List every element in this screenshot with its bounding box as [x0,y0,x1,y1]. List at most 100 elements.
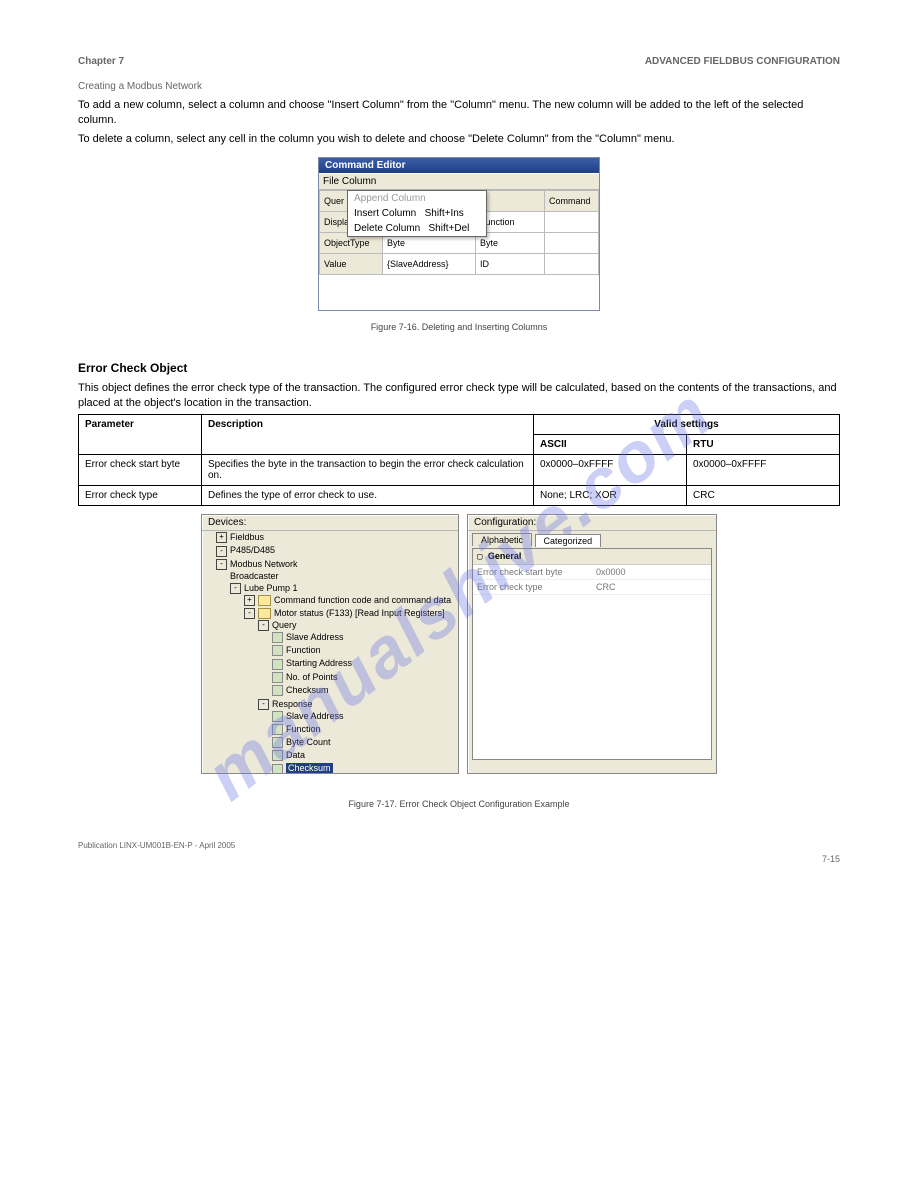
table-cell: Error check type [79,486,202,506]
property-tabs[interactable]: Alphabetic Categorized [468,531,716,548]
tree-leaf[interactable]: Function [286,645,321,655]
tree-leaf-selected[interactable]: Checksum [286,763,333,773]
figure-7-16-caption: Figure 7-16. Deleting and Inserting Colu… [371,321,548,333]
tree-leaf[interactable]: Slave Address [286,711,344,721]
menu-item-shortcut: Shift+Del [429,223,470,234]
tree-leaf[interactable]: Byte Count [286,737,331,747]
grid-cell [545,253,599,274]
tree-leaf[interactable]: Data [286,750,305,760]
table-cell: 0x0000–0xFFFF [687,455,840,486]
table-cell: Specifies the byte in the transaction to… [202,455,534,486]
grid-cell: Command [545,190,599,211]
tree-node[interactable]: Command function code and command data [274,595,451,605]
table-header: ASCII [534,435,687,455]
table-row: Error check type Defines the type of err… [79,486,840,506]
tree-node[interactable]: Modbus Network [230,559,298,569]
leaf-icon [272,737,283,748]
table-header: RTU [687,435,840,455]
column-context-menu[interactable]: Append Column Insert Column Shift+Ins De… [347,190,487,237]
folder-icon [258,595,271,606]
tree-leaf[interactable]: Starting Address [286,658,352,668]
tab-categorized[interactable]: Categorized [535,534,602,547]
leaf-icon [272,685,283,696]
table-cell: None; LRC; XOR [534,486,687,506]
menu-item-insert-column[interactable]: Insert Column Shift+Ins [348,206,486,221]
menu-item-delete-column[interactable]: Delete Column Shift+Del [348,221,486,236]
intro-paragraph-1: To add a new column, select a column and… [78,98,840,128]
leaf-icon [272,632,283,643]
tab-alphabetic[interactable]: Alphabetic [472,533,532,546]
error-check-heading: Error Check Object [78,361,840,375]
leaf-icon [272,711,283,722]
menu-item-label: Insert Column [354,208,416,219]
property-value[interactable]: CRC [592,580,711,594]
expand-icon[interactable]: - [244,608,255,619]
table-row: Error check start byte Specifies the byt… [79,455,840,486]
table-header: Description [202,415,534,455]
page-header: Chapter 7 ADVANCED FIELDBUS CONFIGURATIO… [78,56,840,67]
tree-node[interactable]: Lube Pump 1 [244,583,298,593]
tree-node[interactable]: Motor status (F133) [Read Input Register… [274,608,445,618]
expand-icon[interactable]: - [258,699,269,710]
devices-tree[interactable]: +Fieldbus -P485/D485 -Modbus Network Bro… [202,531,458,774]
page-subtitle: Creating a Modbus Network [78,81,840,92]
leaf-icon [272,764,283,775]
expand-icon[interactable]: + [244,595,255,606]
leaf-icon [272,672,283,683]
configuration-panel-title: Configuration: [468,515,716,531]
tree-node[interactable]: P485/D485 [230,545,275,555]
tree-leaf[interactable]: Checksum [286,685,329,695]
command-editor-window: Command Editor File Column Quer 2 Comman… [318,157,600,311]
devices-tree-panel: Devices: +Fieldbus -P485/D485 -Modbus Ne… [201,514,459,774]
menu-item-append-column: Append Column [348,191,486,206]
chapter-label: Chapter 7 [78,56,124,67]
error-check-paragraph: This object defines the error check type… [78,381,840,411]
intro-paragraph-2: To delete a column, select any cell in t… [78,132,840,147]
tree-node[interactable]: Fieldbus [230,532,264,542]
leaf-icon [272,659,283,670]
figure-7-17-caption: Figure 7-17. Error Check Object Configur… [348,798,569,810]
folder-icon [258,608,271,619]
expand-icon[interactable]: + [216,532,227,543]
property-grid[interactable]: ▢ General Error check start byte 0x0000 … [472,548,712,760]
expand-icon[interactable]: - [216,559,227,570]
tree-node[interactable]: Broadcaster [230,571,279,581]
page-number: 7-15 [78,854,840,864]
devices-panel-title: Devices: [202,515,458,531]
expand-icon[interactable]: - [258,620,269,631]
command-editor-title: Command Editor [319,158,599,173]
grid-cell: ID [476,253,545,274]
grid-cell: {SlaveAddress} [383,253,476,274]
table-header: Parameter [79,415,202,455]
tree-leaf[interactable]: No. of Points [286,672,338,682]
menu-item-label: Append Column [354,193,426,204]
property-group: General [488,551,522,561]
grid-cell: Value [320,253,383,274]
leaf-icon [272,645,283,656]
error-check-table: Parameter Description Valid settings ASC… [78,414,840,506]
publication-footer: Publication LINX-UM001B-EN-P - April 200… [78,841,840,850]
menu-item-label: Delete Column [354,223,420,234]
property-row[interactable]: Error check type CRC [473,580,711,595]
table-cell: Error check start byte [79,455,202,486]
tree-node-query[interactable]: Query [272,620,297,630]
tree-leaf[interactable]: Slave Address [286,632,344,642]
property-value[interactable]: 0x0000 [592,565,711,579]
property-row[interactable]: Error check start byte 0x0000 [473,565,711,580]
menu-item-shortcut: Shift+Ins [425,208,464,219]
expand-icon[interactable]: - [216,546,227,557]
table-cell: 0x0000–0xFFFF [534,455,687,486]
leaf-icon [272,750,283,761]
command-editor-menubar[interactable]: File Column [319,173,599,190]
collapse-icon[interactable]: ▢ [477,552,488,562]
expand-icon[interactable]: - [230,583,241,594]
tree-node-response[interactable]: Response [272,699,313,709]
property-key: Error check start byte [473,565,592,579]
leaf-icon [272,724,283,735]
table-header: Valid settings [534,415,840,435]
property-key: Error check type [473,580,592,594]
grid-cell [545,211,599,232]
section-label: ADVANCED FIELDBUS CONFIGURATION [645,56,840,67]
table-cell: CRC [687,486,840,506]
tree-leaf[interactable]: Function [286,724,321,734]
